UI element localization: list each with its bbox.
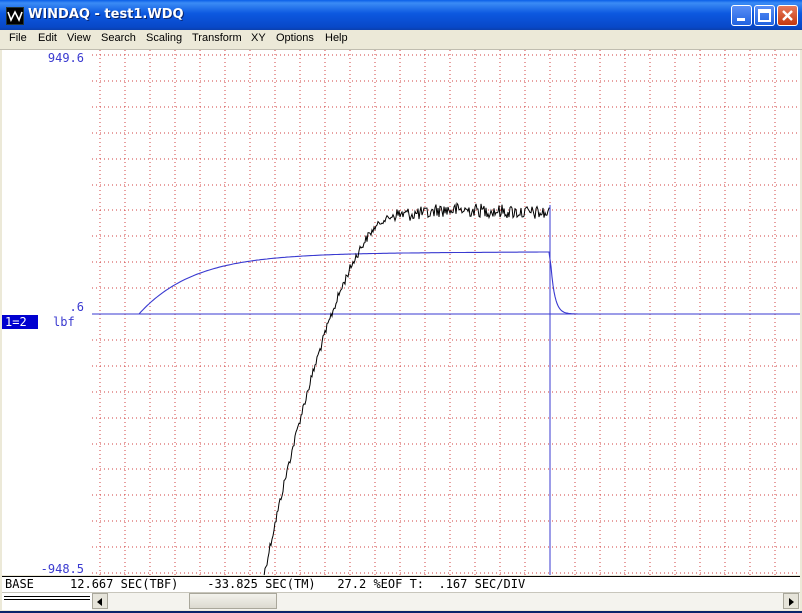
scroll-thumb[interactable] [189,593,277,609]
menu-xy[interactable]: XY [251,32,266,44]
grid [92,50,800,575]
indicator-line [4,599,90,600]
menu-edit[interactable]: Edit [38,32,57,44]
status-text: BASE 12.667 SEC(TBF) -33.825 SEC(TM) 27.… [5,577,526,591]
indicator-line [4,596,90,597]
windaq-window: WINDAQ - test1.WDQ File Edit View Search… [0,0,802,611]
close-button[interactable] [777,5,798,26]
menu-help[interactable]: Help [325,32,348,44]
unit-label: lbf [53,315,75,329]
close-icon [782,10,793,21]
menu-scaling[interactable]: Scaling [146,32,182,44]
y-min-label: -948.5 [41,562,84,575]
windaq-app-icon[interactable] [6,7,24,25]
channel-blue-trace [92,251,799,315]
minimize-icon [737,18,745,21]
menu-file[interactable]: File [9,32,27,44]
maximize-button[interactable] [754,5,775,26]
scroll-indicator-area [2,593,92,610]
y-mid-label: .6 [70,300,84,314]
menu-options[interactable]: Options [276,32,314,44]
menu-search[interactable]: Search [101,32,136,44]
waveform-plot[interactable]: 949.6 .6 -948.5 1=2 lbf [2,50,800,575]
horizontal-scrollbar[interactable] [2,592,800,610]
minimize-button[interactable] [731,5,752,26]
scroll-right-button[interactable] [783,593,799,609]
title-bar[interactable]: WINDAQ - test1.WDQ [0,0,802,30]
menu-view[interactable]: View [67,32,91,44]
y-max-label: 949.6 [48,51,84,65]
maximize-icon [758,9,771,22]
waveform-canvas[interactable]: 949.6 .6 -948.5 1=2 lbf [2,50,800,575]
channel-tag[interactable]: 1=2 [5,315,27,329]
right-arrow-icon [789,598,794,606]
window-title: WINDAQ - test1.WDQ [28,7,184,22]
menu-bar: File Edit View Search Scaling Transform … [0,30,802,50]
status-bar: BASE 12.667 SEC(TBF) -33.825 SEC(TM) 27.… [2,576,800,593]
channel-black-trace [263,202,551,575]
menu-transform[interactable]: Transform [192,32,242,44]
left-arrow-icon [97,598,102,606]
scroll-left-button[interactable] [92,593,108,609]
